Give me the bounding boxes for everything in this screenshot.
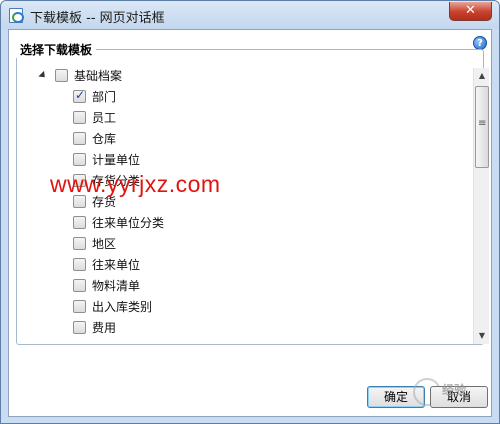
tree-item-label: 往来单位分类 <box>92 215 165 230</box>
tree-item: 员工 <box>73 109 116 125</box>
item-checkbox[interactable] <box>73 152 86 166</box>
tree-item: 费用 <box>73 319 116 335</box>
tree-item-label: 仓库 <box>92 131 117 146</box>
tree-item-label: 往来单位 <box>92 257 141 272</box>
watermark-logo-text: 经验 <box>442 383 467 397</box>
tree-item-label: 员工 <box>92 110 117 125</box>
tree-item-label: 地区 <box>92 236 117 251</box>
close-button[interactable]: ✕ <box>449 2 492 21</box>
tree-item: 往来单位 <box>73 256 140 272</box>
item-checkbox[interactable] <box>73 88 86 103</box>
tree-item: 地区 <box>73 235 116 251</box>
tree-item-label: 计量单位 <box>92 152 141 167</box>
tree-item: 仓库 <box>73 130 116 146</box>
ie-page-icon <box>9 8 24 23</box>
tree-item-label: 出入库类别 <box>92 299 153 314</box>
tree-item: 往来单位分类 <box>73 214 164 230</box>
tree-item-label: 物料清单 <box>92 278 141 293</box>
tree-item: 出入库类别 <box>73 298 152 314</box>
item-checkbox[interactable] <box>73 215 86 229</box>
window-title: 下载模板 -- 网页对话框 <box>30 11 165 26</box>
tree-root: 基础档案 <box>38 67 123 83</box>
tree-root-label: 基础档案 <box>74 68 123 83</box>
watermark-url: www.yyrjxz.com <box>50 171 221 197</box>
item-checkbox[interactable] <box>73 320 86 334</box>
tree-scrollbar[interactable]: ▲ ▼ <box>473 68 489 344</box>
up-arrow-icon[interactable]: ▲ <box>474 68 490 84</box>
collapse-arrow-icon[interactable] <box>38 70 48 80</box>
dialog-content: ? 选择下载模板 基础档案 部门 员工 仓库 计量单位 <box>8 29 492 417</box>
root-checkbox[interactable] <box>55 68 68 82</box>
down-arrow-icon[interactable]: ▼ <box>474 328 490 344</box>
help-icon[interactable]: ? <box>473 36 487 50</box>
title-bar[interactable]: 下载模板 -- 网页对话框 ✕ <box>1 1 499 29</box>
item-checkbox[interactable] <box>73 257 86 271</box>
scrollbar-thumb[interactable] <box>475 86 489 168</box>
tree-item: 物料清单 <box>73 277 140 293</box>
dialog-window: 下载模板 -- 网页对话框 ✕ ? 选择下载模板 基础档案 部门 员工 仓库 <box>0 0 500 424</box>
tree-item: 计量单位 <box>73 151 140 167</box>
tree-item-label: 部门 <box>92 89 117 104</box>
template-tree: 基础档案 部门 员工 仓库 计量单位 存货分类 <box>24 67 471 341</box>
item-checkbox[interactable] <box>73 131 86 145</box>
item-checkbox[interactable] <box>73 299 86 313</box>
item-checkbox[interactable] <box>73 110 86 124</box>
tree-item-label: 费用 <box>92 320 117 335</box>
fieldset-legend: 选择下载模板 <box>16 41 97 58</box>
item-checkbox[interactable] <box>73 236 86 250</box>
tree-item: 部门 <box>73 88 116 104</box>
item-checkbox[interactable] <box>73 278 86 292</box>
